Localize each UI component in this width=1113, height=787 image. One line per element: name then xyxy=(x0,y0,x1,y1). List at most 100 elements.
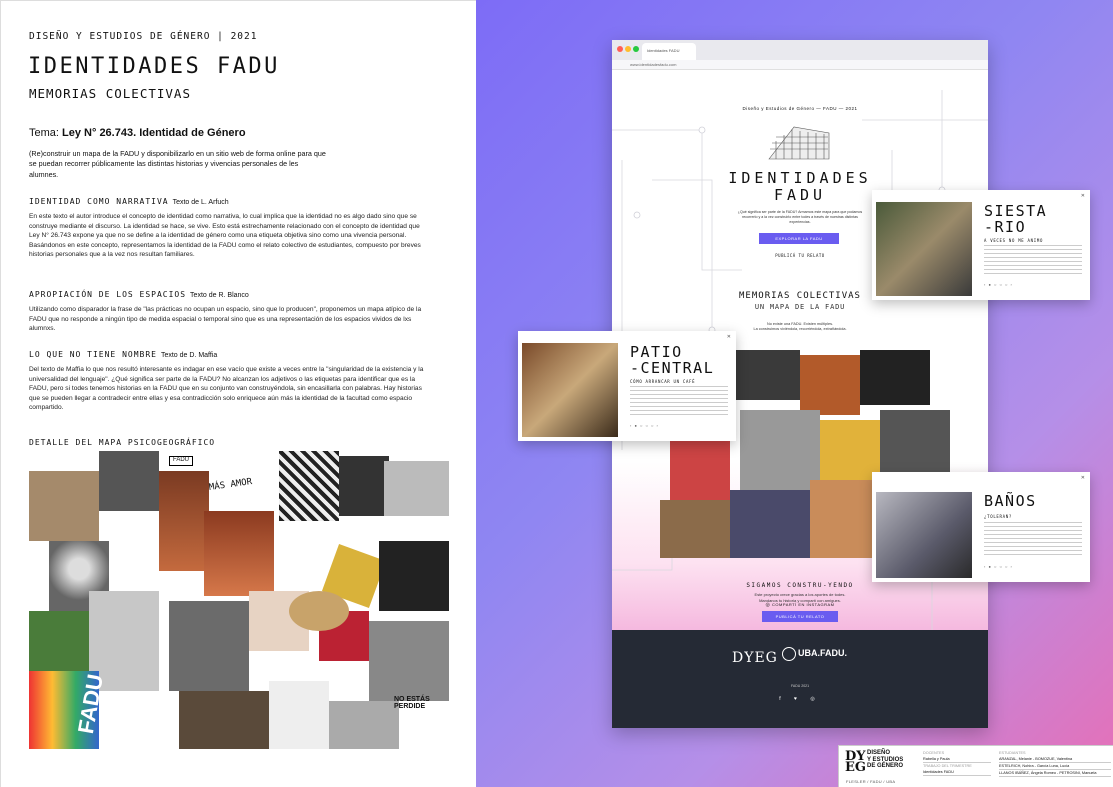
collage-photo xyxy=(204,511,274,596)
fadu-tag: FADU xyxy=(169,456,193,466)
credit-value: Identidades FADU xyxy=(923,769,991,777)
card-subtitle: CÓMO ARRANCAR UN CAFÉ xyxy=(630,379,696,384)
dyeg-mark: DY EG xyxy=(845,749,867,776)
uba-seal-icon xyxy=(782,647,796,661)
mas-amor-label: MÁS AMOR xyxy=(208,477,253,493)
collage-photo xyxy=(820,420,880,480)
card-text xyxy=(984,522,1082,558)
card-title: PATIO -CENTRAL xyxy=(630,343,715,377)
url-bar[interactable]: www.identidadesfadu.com xyxy=(612,60,988,70)
flesler-line: FLESLER / FADU / UBA xyxy=(846,779,896,784)
building-illustration xyxy=(768,126,830,160)
card-text xyxy=(630,386,728,416)
page-subtitle: MEMORIAS COLECTIVAS xyxy=(29,86,191,101)
popup-card-patio-central[interactable]: PATIO -CENTRAL CÓMO ARRANCAR UN CAFÉ ‹ ●… xyxy=(518,331,736,441)
collage-photo xyxy=(159,471,209,571)
section-author: Texto de D. Maffia xyxy=(160,352,218,359)
browser-chrome: Identidades FADU xyxy=(612,40,988,60)
uba-text: UBA.FADU. xyxy=(798,648,847,658)
section-heading: IDENTIDAD COMO NARRATIVA Texto de L. Arfu… xyxy=(29,197,229,206)
section-title: APROPIACIÓN DE LOS ESPACIOS xyxy=(29,290,187,299)
collage-photo xyxy=(810,480,880,558)
section-body: En este texto el autor introduce el conc… xyxy=(29,213,421,259)
dyeg-logo: DYEG xyxy=(732,650,778,666)
card-title: BAÑOS xyxy=(984,492,1037,510)
right-panel: Identidades FADU www.identidadesfadu.com… xyxy=(476,0,1113,787)
credits-box: DY EG DISEÑO Y ESTUDIOS DE GÉNERO FLESLER /… xyxy=(838,745,1113,787)
close-dot[interactable] xyxy=(617,46,623,52)
collage-photo xyxy=(800,355,860,415)
credit-value: ARANZAL, Melanie - BOMOZUE, Valentina xyxy=(999,756,1111,764)
collage-photo xyxy=(880,410,950,480)
collage-photo xyxy=(29,471,99,541)
collage-photo xyxy=(169,601,249,691)
uba-fadu-logo: UBA.FADU. xyxy=(782,647,847,661)
card-pagination[interactable]: ‹ ● ○ ○ ○ › xyxy=(984,282,1013,287)
instagram-label: COMPARTÍ EN INSTAGRAM xyxy=(771,602,835,607)
card-title: SIESTA -RIO xyxy=(984,202,1048,236)
collage-photo xyxy=(99,451,159,511)
collage-photo xyxy=(269,681,329,749)
popup-card-banos[interactable]: BAÑOS ¿TOLERAN? ‹ ● ○ ○ ○ › ✕ xyxy=(872,472,1090,582)
section-heading: APROPIACIÓN DE LOS ESPACIOS Texto de R. B… xyxy=(29,290,249,299)
intro-text: (Re)construir un mapa de la FADU y dispo… xyxy=(29,149,326,179)
collage-photo xyxy=(860,350,930,405)
section-author: Texto de L. Arfuch xyxy=(172,199,229,206)
publish-button[interactable]: PUBLICÁ TU RELATO xyxy=(762,611,838,622)
credit-value: Rabella y Paula xyxy=(923,756,991,764)
collage-photo xyxy=(379,541,449,611)
logo-name: DISEÑO Y ESTUDIOS DE GÉNERO xyxy=(867,750,903,770)
footer-year: FADU 2021 xyxy=(790,684,810,688)
card-pagination[interactable]: ‹ ● ○ ○ ○ › xyxy=(984,564,1013,569)
browser-tab[interactable]: Identidades FADU xyxy=(642,43,696,60)
page-title: IDENTIDADES FADU xyxy=(28,54,280,79)
collage-photo xyxy=(339,456,389,516)
instagram-link[interactable]: ◎ COMPARTÍ EN INSTAGRAM xyxy=(612,602,988,608)
collage-photo xyxy=(369,621,449,701)
card-subtitle: A VECES NO ME ANIMO xyxy=(984,238,1044,243)
credits-docentes: DOCENTES Rabella y Paula TRABAJO DEL TRI… xyxy=(923,750,991,777)
credits-estudiantes: ESTUDIANTES ARANZAL, Melanie - BOMOZUE, … xyxy=(999,750,1111,778)
tema-value: Ley N° 26.743. Identidad de Género xyxy=(62,127,246,139)
left-panel: DISEÑO Y ESTUDIOS DE GÉNERO | 2021 IDENT… xyxy=(0,0,476,787)
card-subtitle: ¿TOLERAN? xyxy=(984,514,1012,519)
collage-photo xyxy=(29,611,89,671)
section-title: LO QUE NO TIENE NOMBRE xyxy=(29,350,157,359)
social-icons[interactable]: f ♥ ◎ xyxy=(612,696,988,702)
collage-photo xyxy=(329,701,399,749)
collage-photo xyxy=(660,500,730,558)
minimize-dot[interactable] xyxy=(625,46,631,52)
credit-value: LLANOS IBÁÑEZ, Ángela Romeo - PETROSINI,… xyxy=(999,770,1111,778)
card-photo xyxy=(876,202,972,296)
close-icon[interactable]: ✕ xyxy=(727,334,731,340)
tema: Tema: Ley N° 26.743. Identidad de Género xyxy=(29,127,246,139)
section-body: Del texto de Maffia lo que nos resultó i… xyxy=(29,366,424,412)
collage-photo xyxy=(289,591,349,631)
kicker: DISEÑO Y ESTUDIOS DE GÉNERO | 2021 xyxy=(29,31,258,42)
instagram-icon: ◎ xyxy=(765,602,771,608)
card-photo xyxy=(522,343,618,437)
tema-label: Tema: xyxy=(29,127,59,139)
collage-photo xyxy=(384,461,449,516)
site-footer: DYEG UBA.FADU. FADU 2021 f ♥ ◎ xyxy=(612,630,988,728)
explore-button[interactable]: EXPLORAR LA FADU xyxy=(759,233,839,244)
hero-title-line: IDENTIDADES xyxy=(728,169,872,187)
section-subtitle: UN MAPA DE LA FADU xyxy=(754,303,846,311)
maximize-dot[interactable] xyxy=(633,46,639,52)
close-icon[interactable]: ✕ xyxy=(1081,193,1085,199)
popup-card-siestario[interactable]: SIESTA -RIO A VECES NO ME ANIMO ‹ ● ○ ○ … xyxy=(872,190,1090,300)
section-body: Utilizando como disparador la frase de "… xyxy=(29,306,422,333)
credit-value: ESTELRICH, Nohira - García Luna, Lucía xyxy=(999,763,1111,771)
close-icon[interactable]: ✕ xyxy=(1081,475,1085,481)
collage-photo xyxy=(740,410,820,490)
site-top-line: Diseño y Estudios de Género — FADU — 202… xyxy=(742,106,858,111)
collage-photo xyxy=(730,350,800,400)
collage-photo xyxy=(730,490,810,558)
no-estas-perdide: NO ESTÁS PERDIDE xyxy=(394,696,430,710)
section-heading: LO QUE NO TIENE NOMBRE Texto de D. Maffia xyxy=(29,350,217,359)
section-title: IDENTIDAD COMO NARRATIVA xyxy=(29,197,169,206)
psychogeographic-collage: FADU MÁS AMOR FADU NO ESTÁS PERDIDE xyxy=(29,451,449,749)
card-pagination[interactable]: ‹ ● ○ ○ ○ › xyxy=(630,423,659,428)
map-heading: DETALLE DEL MAPA PSICOGEOGRÁFICO xyxy=(29,438,216,447)
card-photo xyxy=(876,492,972,578)
